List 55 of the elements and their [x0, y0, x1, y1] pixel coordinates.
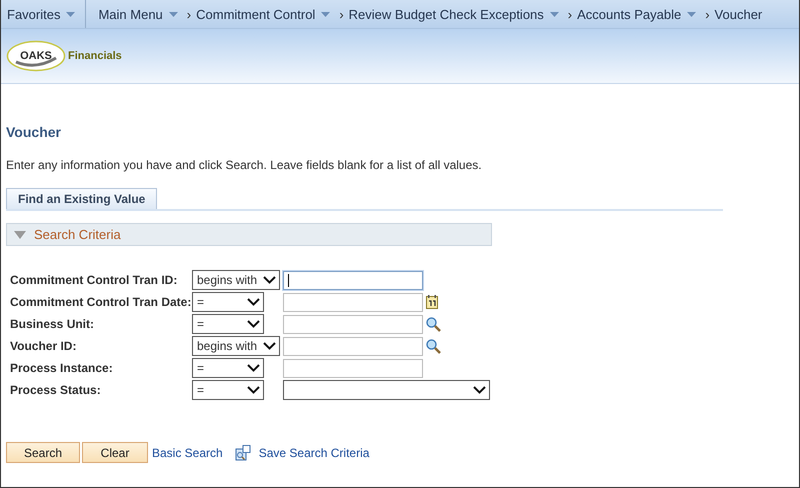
menu-link[interactable]: Favorites: [1, 0, 86, 28]
basic-search-link[interactable]: Basic Search: [152, 446, 223, 460]
field-label: Process Status:: [10, 382, 102, 399]
field-label: Process Instance:: [10, 360, 114, 377]
menu-link[interactable]: Commitment Control: [192, 6, 334, 22]
page-title: Voucher: [6, 124, 62, 140]
chevron-icon: [247, 364, 260, 372]
chevron-icon: [263, 276, 276, 284]
operator-dropdown[interactable]: begins with: [192, 336, 280, 356]
breadcrumb-separator: ›: [339, 6, 344, 22]
save-search-icon[interactable]: [234, 444, 251, 460]
date-field[interactable]: [283, 292, 423, 312]
operator-dropdown[interactable]: =: [192, 358, 264, 378]
operator-dropdown[interactable]: =: [192, 314, 264, 334]
operator-dropdown[interactable]: =: [192, 292, 264, 312]
breadcrumb-separator: ›: [186, 6, 192, 22]
lookup-field[interactable]: [283, 314, 423, 334]
instructions-text: Enter any information you have and click Search. Leave fields blank for a list of all values.: [6, 158, 483, 172]
field-label: Business Unit:: [10, 316, 96, 333]
breadcrumb-separator: ›: [568, 6, 572, 22]
operator-dropdown[interactable]: begins with: [192, 270, 280, 290]
caret-icon: [687, 12, 696, 16]
field-label: Commitment Control Tran Date:: [10, 294, 192, 311]
breadcrumb-separator: ›: [705, 6, 710, 22]
lookup-field[interactable]: [283, 336, 423, 356]
chevron-icon: [247, 386, 260, 394]
text-field[interactable]: [283, 358, 423, 378]
action-button[interactable]: Clear: [82, 442, 148, 463]
menu-link[interactable]: Voucher: [710, 6, 766, 22]
menu-link[interactable]: Review Budget Check Exceptions: [344, 6, 563, 22]
tab[interactable]: Find an Existing Value: [6, 188, 158, 209]
field-label: Commitment Control Tran ID:: [10, 272, 178, 289]
section-title: Search Criteria: [34, 227, 121, 242]
caret-icon: [550, 12, 559, 16]
calendar-icon[interactable]: [426, 295, 438, 309]
menu-link[interactable]: Main Menu: [94, 6, 182, 22]
search-icon[interactable]: [426, 316, 441, 332]
chevron-icon: [473, 386, 486, 394]
save-criteria-link[interactable]: Save Search Criteria: [258, 446, 370, 460]
field-label: Voucher ID:: [10, 338, 78, 355]
logo-caption: Financials: [68, 50, 122, 62]
chevron-icon: [247, 320, 260, 328]
status-dropdown[interactable]: [283, 380, 490, 400]
text-field[interactable]: [283, 270, 423, 290]
operator-dropdown[interactable]: =: [192, 380, 264, 400]
section-header[interactable]: Search Criteria: [6, 223, 492, 246]
menu-link[interactable]: Accounts Payable: [573, 6, 700, 22]
oaks-logo: OAKS: [6, 40, 66, 72]
caret-icon: [66, 12, 76, 16]
action-button[interactable]: Search: [6, 442, 80, 463]
chevron-icon: [247, 298, 260, 306]
search-icon[interactable]: [426, 338, 441, 354]
chevron-icon: [263, 342, 276, 350]
caret-icon: [168, 12, 178, 16]
caret-icon: [321, 12, 330, 16]
